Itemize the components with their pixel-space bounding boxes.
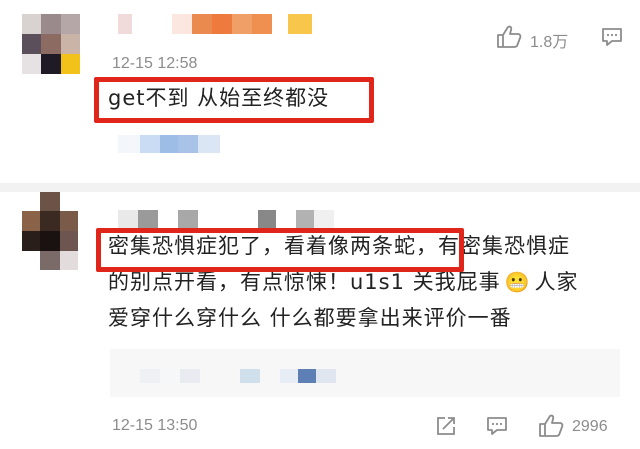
avatar[interactable] — [22, 14, 80, 74]
reply-preview-content — [140, 369, 376, 383]
thumbs-up-icon[interactable] — [496, 25, 522, 49]
like-count: 1.8万 — [530, 34, 569, 51]
username[interactable] — [118, 210, 334, 228]
username[interactable] — [118, 14, 336, 34]
like-count: 2996 — [572, 418, 608, 435]
comment-divider — [0, 183, 640, 192]
reply-preview[interactable] — [118, 135, 238, 153]
grimace-emoji-icon: 😬 — [504, 270, 531, 294]
highlight-box — [94, 77, 374, 123]
text-line-2-end: 人家 — [534, 270, 579, 294]
avatar[interactable] — [22, 192, 78, 270]
comment-timestamp: 12-15 13:50 — [112, 417, 198, 434]
thumbs-up-icon[interactable] — [538, 414, 564, 438]
text-line-3: 爱穿什么穿什么 什么都要拿出来评价一番 — [108, 306, 512, 330]
text-line-2: 的别点开看，有点惊悚！u1s1 关我屁事 — [108, 270, 501, 294]
highlight-box — [96, 228, 464, 272]
comment-timestamp: 12-15 12:58 — [112, 55, 198, 72]
comment-icon[interactable] — [486, 416, 508, 436]
comment-icon[interactable] — [601, 27, 623, 47]
share-icon[interactable] — [435, 415, 457, 437]
